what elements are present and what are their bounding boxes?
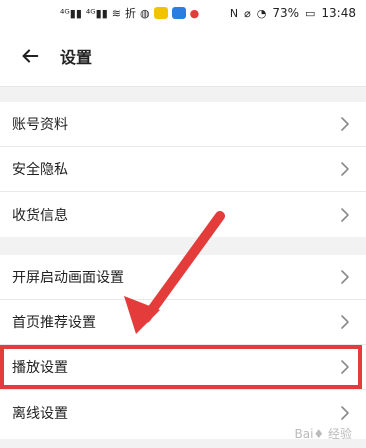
- nfc-icon: N: [229, 6, 239, 20]
- settings-item-splash[interactable]: 开屏启动画面设置: [0, 255, 366, 300]
- page-title: 设置: [60, 48, 93, 67]
- watermark: Bai♦ 经验: [294, 427, 353, 441]
- settings-item-label: 首页推荐设置: [12, 315, 96, 331]
- back-arrow-icon: [22, 49, 39, 63]
- chevron-right-icon: [336, 404, 354, 422]
- signal-4g-icon: ⁴ᴳ▮▮: [60, 6, 82, 20]
- battery-percent: 73%: [272, 6, 299, 20]
- wechat-icon: ◍: [140, 6, 150, 20]
- settings-item-security[interactable]: 安全隐私: [0, 147, 366, 192]
- back-button[interactable]: [0, 26, 60, 86]
- settings-item-label: 离线设置: [12, 405, 68, 422]
- chevron-right-icon: [336, 160, 354, 178]
- settings-item-label: 账号资料: [12, 117, 68, 133]
- wifi-icon: ≋: [111, 6, 121, 20]
- settings-item-label: 开屏启动画面设置: [12, 270, 124, 286]
- chevron-right-icon: [336, 358, 354, 376]
- silent-icon: ⌀: [244, 6, 251, 20]
- chevron-right-icon: [336, 115, 354, 133]
- settings-item-label: 播放设置: [12, 360, 68, 376]
- speed-icon: ◔: [256, 6, 267, 20]
- chevron-right-icon: [336, 206, 354, 224]
- settings-item-label: 收货信息: [12, 207, 68, 224]
- chevron-right-icon: [336, 313, 354, 331]
- clock: 13:48: [321, 6, 356, 20]
- settings-section-2: 开屏启动画面设置 首页推荐设置 播放设置 离线设置: [0, 255, 366, 439]
- fold-icon: 折: [125, 6, 136, 20]
- settings-item-label: 安全隐私: [12, 162, 68, 178]
- chevron-right-icon: [336, 268, 354, 286]
- settings-section-1: 账号资料 安全隐私 收货信息: [0, 102, 366, 237]
- status-right: N ⌀ ◔ 73% ▭ 13:48: [230, 6, 356, 20]
- status-bar: ⁴ᴳ▮▮ ⁴ᴳ▮▮ ≋ 折 ◍ ● N ⌀ ◔ 73% ▭ 13:48: [0, 0, 366, 26]
- battery-icon: ▭: [305, 6, 316, 20]
- location-icon: ●: [189, 6, 200, 20]
- status-left: ⁴ᴳ▮▮ ⁴ᴳ▮▮ ≋ 折 ◍ ●: [60, 7, 199, 19]
- app-icon: [171, 7, 186, 19]
- settings-item-shipping[interactable]: 收货信息: [0, 192, 366, 237]
- settings-item-home-recommend[interactable]: 首页推荐设置: [0, 300, 366, 345]
- notification-icon: [153, 7, 168, 19]
- signal-4g-icon: ⁴ᴳ▮▮: [85, 6, 108, 20]
- top-bar: 设置: [0, 26, 366, 87]
- settings-item-account[interactable]: 账号资料: [0, 102, 366, 147]
- settings-item-playback[interactable]: 播放设置: [0, 345, 366, 390]
